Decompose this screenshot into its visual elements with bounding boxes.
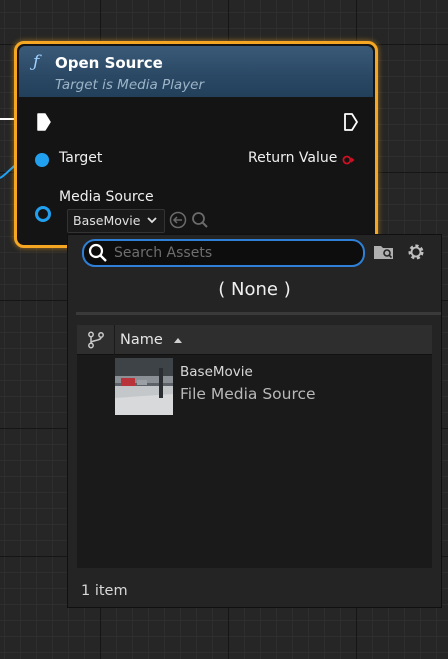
exec-out-pin-icon[interactable] <box>343 112 359 132</box>
asset-name: BaseMovie <box>180 364 253 380</box>
search-box[interactable] <box>82 239 365 267</box>
open-source-node[interactable]: ƒ Open Source Target is Media Player Tar… <box>14 41 378 248</box>
sort-ascending-icon <box>174 338 182 343</box>
return-value-pin-label: Return Value <box>248 150 338 166</box>
media-source-value: BaseMovie <box>73 213 141 228</box>
node-subtitle: Target is Media Player <box>55 77 205 93</box>
source-control-icon[interactable] <box>87 331 105 349</box>
asset-type: File Media Source <box>180 385 316 403</box>
media-source-pin-label: Media Source <box>59 189 154 205</box>
media-source-pin-icon[interactable] <box>35 206 51 222</box>
asset-thumbnail <box>115 358 173 415</box>
return-value-pin-icon[interactable] <box>342 153 356 167</box>
use-selected-icon[interactable] <box>169 211 187 229</box>
function-icon: ƒ <box>33 52 40 72</box>
node-header[interactable]: ƒ Open Source Target is Media Player <box>19 46 373 97</box>
search-icon <box>88 243 107 262</box>
asset-picker-popup[interactable]: ( None ) Name <box>67 234 442 608</box>
item-count: 1 item <box>81 583 128 599</box>
gear-icon[interactable] <box>405 241 427 263</box>
exec-in-pin-icon[interactable] <box>36 112 52 132</box>
asset-list[interactable]: Name BaseMovie File Media Source <box>77 325 432 568</box>
browse-icon[interactable] <box>191 211 209 229</box>
search-input[interactable] <box>114 243 354 263</box>
asset-row[interactable]: BaseMovie File Media Source <box>77 356 432 418</box>
list-header: Name <box>77 325 432 355</box>
target-pin-icon[interactable] <box>35 153 49 167</box>
column-name-header[interactable]: Name <box>120 332 163 348</box>
media-source-combo[interactable]: BaseMovie <box>67 209 165 233</box>
column-divider <box>114 325 115 355</box>
none-option[interactable]: ( None ) <box>68 279 441 300</box>
chevron-down-icon <box>147 217 157 224</box>
folder-icon[interactable] <box>373 243 395 261</box>
divider <box>76 312 441 315</box>
node-title: Open Source <box>55 54 163 72</box>
target-pin-label: Target <box>59 150 103 166</box>
